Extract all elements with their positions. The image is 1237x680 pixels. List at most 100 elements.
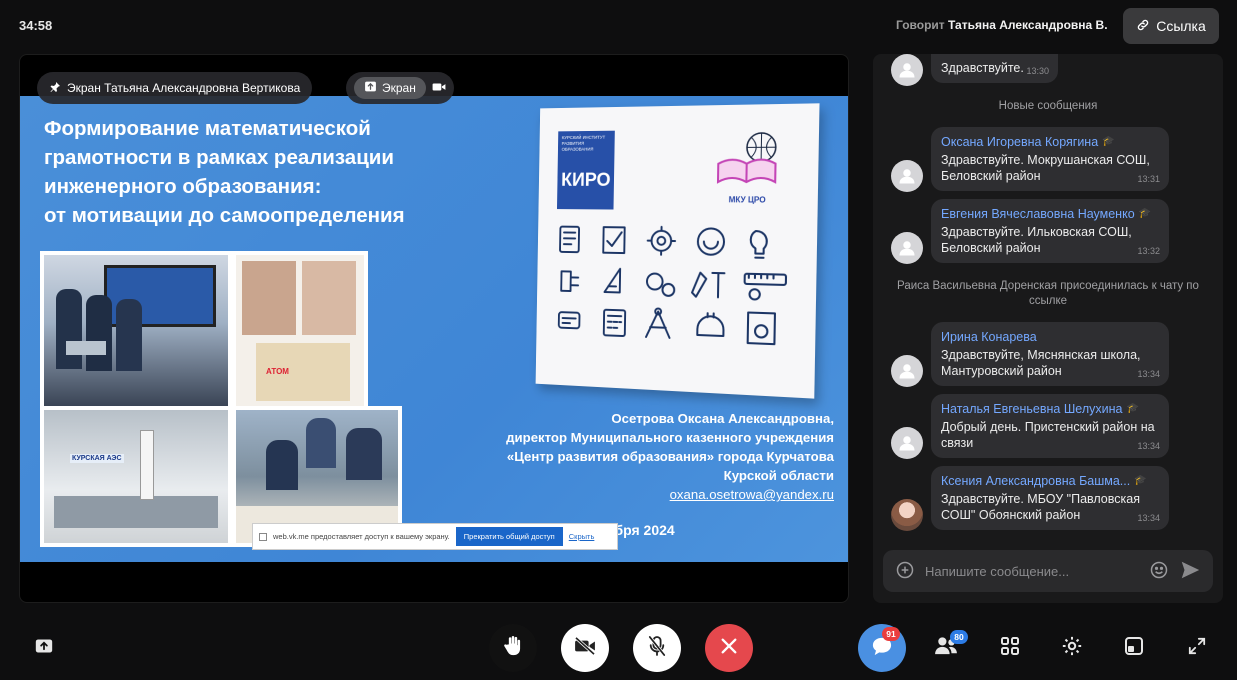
kiro-logo-text: КИРО (561, 170, 611, 191)
photo-children: АТОМ (232, 251, 368, 410)
mku-cro-logo: МКУ ЦРО (712, 129, 785, 205)
expand-icon (1188, 637, 1206, 660)
chat-input[interactable]: Напишите сообщение... (925, 564, 1139, 579)
participants-count-badge: 80 (950, 630, 968, 644)
author-line: директор Муниципального казенного учрежд… (506, 430, 834, 445)
screen-toggle-label: Экран (382, 81, 416, 95)
chat-message-time: 13:32 (1137, 246, 1160, 256)
chat-sender-name: Евгения Вячеславовна Науменко (941, 207, 1135, 221)
microphone-toggle-button[interactable] (633, 624, 681, 672)
top-bar: 34:58 Говорит Татьяна Александровна В. С… (0, 0, 1237, 52)
author-email-link[interactable]: oxana.osetrowa@yandex.ru (454, 485, 834, 504)
speaker-name: Татьяна Александровна В. (948, 18, 1108, 32)
slide-author: Осетрова Оксана Александровна, директор … (454, 409, 834, 504)
chat-bubble: Ксения Александровна Башма... 🎓 Здравству… (931, 466, 1169, 530)
speaker-prefix: Говорит (896, 18, 945, 32)
share-screen-button[interactable] (28, 632, 60, 664)
chat-sender-name: Наталья Евгеньевна Шелухина (941, 402, 1123, 416)
teacher-cap-icon: 🎓 (1134, 475, 1147, 486)
avatar (891, 232, 923, 264)
participants-button[interactable]: 80 (930, 630, 968, 664)
fullscreen-button[interactable] (1181, 632, 1213, 664)
chat-sender-name: Ксения Александровна Башма... (941, 474, 1131, 488)
screen-toggle[interactable]: Экран (354, 77, 426, 99)
pin-icon (49, 81, 61, 96)
chat-panel: Здравствуйте. 13:30 Новые сообщения Окса… (873, 54, 1223, 603)
chat-bubble: Оксана Игоревна Корягина 🎓 Здравствуйте. … (931, 127, 1169, 191)
add-attachment-icon[interactable] (895, 560, 915, 583)
settings-button[interactable] (1056, 632, 1088, 664)
microphone-off-icon (648, 634, 666, 662)
chat-sender[interactable]: Наталья Евгеньевна Шелухина 🎓 (941, 401, 1159, 417)
camera-icon[interactable] (432, 81, 446, 96)
link-icon (1136, 18, 1150, 35)
chat-message-text: Добрый день. Пристенский район на связи (941, 420, 1155, 450)
layout-grid-button[interactable] (994, 632, 1026, 664)
call-timer: 34:58 (19, 18, 53, 33)
photo-sign-npp: КУРСКАЯ АЭС (70, 454, 124, 463)
call-toolbar: 91 80 (0, 618, 1237, 680)
active-speaker: Говорит Татьяна Александровна В. (896, 18, 1108, 32)
raise-hand-button[interactable] (489, 624, 537, 672)
copy-link-button[interactable]: Ссылка (1123, 8, 1219, 44)
author-line: Курской области (723, 468, 834, 483)
mku-cro-text: МКУ ЦРО (728, 195, 766, 205)
slide-title-line: инженерного образования: (44, 175, 322, 198)
camera-toggle-button[interactable] (561, 624, 609, 672)
chat-message-text: Здравствуйте. Ильковская СОШ, Беловский … (941, 225, 1132, 255)
pinned-screen-chip[interactable]: Экран Татьяна Александровна Вертикова (37, 72, 313, 104)
camera-off-icon (574, 636, 596, 660)
avatar (891, 499, 923, 531)
hide-notice-link[interactable]: Скрыть (569, 532, 595, 541)
chat-sender[interactable]: Оксана Игоревна Корягина 🎓 (941, 134, 1159, 150)
teacher-cap-icon: 🎓 (1102, 136, 1115, 147)
screen-view-chip[interactable]: Экран (346, 72, 454, 104)
chat-bubble: Евгения Вячеславовна Науменко 🎓 Здравству… (931, 199, 1169, 263)
avatar (891, 355, 923, 387)
chat-sender-name: Оксана Игоревна Корягина (941, 135, 1099, 149)
kiro-logo: КУРСКИЙ ИНСТИТУТ РАЗВИТИЯ ОБРАЗОВАНИЯ КИ… (556, 130, 615, 210)
hand-icon (503, 635, 523, 662)
teacher-cap-icon: 🎓 (1138, 208, 1152, 219)
screen-share-stage[interactable]: Формирование математической грамотности … (19, 54, 849, 603)
slide-title-line: грамотности в рамках реализации (44, 146, 395, 169)
chat-sender[interactable]: Ирина Конарева (941, 329, 1159, 345)
send-icon[interactable] (1179, 559, 1201, 584)
chat-message-time: 13:30 (1026, 66, 1049, 76)
chat-sender[interactable]: Евгения Вячеславовна Науменко 🎓 (941, 206, 1159, 222)
avatar (891, 54, 923, 86)
picture-in-picture-icon (1124, 636, 1144, 661)
share-screen-icon (364, 80, 377, 96)
emoji-icon[interactable] (1149, 560, 1169, 583)
chat-sender[interactable]: Ксения Александровна Башма... 🎓 (941, 473, 1159, 489)
chat-message-time: 13:34 (1137, 441, 1160, 451)
avatar (891, 427, 923, 459)
grid-icon (1000, 636, 1020, 661)
chat-button[interactable]: 91 (858, 624, 906, 672)
author-line: Осетрова Оксана Александровна, (611, 411, 834, 426)
picture-in-picture-button[interactable] (1118, 632, 1150, 664)
chat-bubble: Наталья Евгеньевна Шелухина 🎓 Добрый день… (931, 394, 1169, 458)
chat-message-text: Здравствуйте, Мяснянская школа, Мантуров… (941, 348, 1141, 378)
share-notice-icon (259, 532, 267, 541)
chat-system-message: Раиса Васильевна Доренская присоединилас… (897, 280, 1199, 307)
avatar (891, 160, 923, 192)
chat-message-time: 13:34 (1137, 513, 1160, 523)
photo-sign-atom: АТОМ (266, 367, 289, 376)
chat-message-text: Здравствуйте. МБОУ "Павловская СОШ" Обоя… (941, 492, 1140, 522)
end-call-button[interactable] (705, 624, 753, 672)
share-notice-text: web.vk.me предоставляет доступ к вашему … (273, 532, 450, 541)
chat-unread-badge: 91 (882, 627, 900, 641)
share-screen-icon (34, 637, 54, 660)
teacher-cap-icon: 🎓 (1126, 403, 1139, 414)
chat-sender-name: Ирина Конарева (941, 330, 1037, 344)
new-messages-divider: Новые сообщения (998, 100, 1098, 112)
chat-message-time: 13:34 (1137, 369, 1160, 379)
presentation-slide: Формирование математической грамотности … (20, 96, 848, 562)
engineering-icons (552, 223, 801, 391)
photo-exhibit: КУРСКАЯ АЭС (40, 406, 232, 547)
copy-link-label: Ссылка (1156, 18, 1206, 34)
stop-sharing-button[interactable]: Прекратить общий доступ (455, 527, 563, 546)
slide-title-line: от мотивации до самоопределения (44, 204, 405, 227)
chat-message: Здравствуйте. 13:30 (891, 54, 1171, 86)
